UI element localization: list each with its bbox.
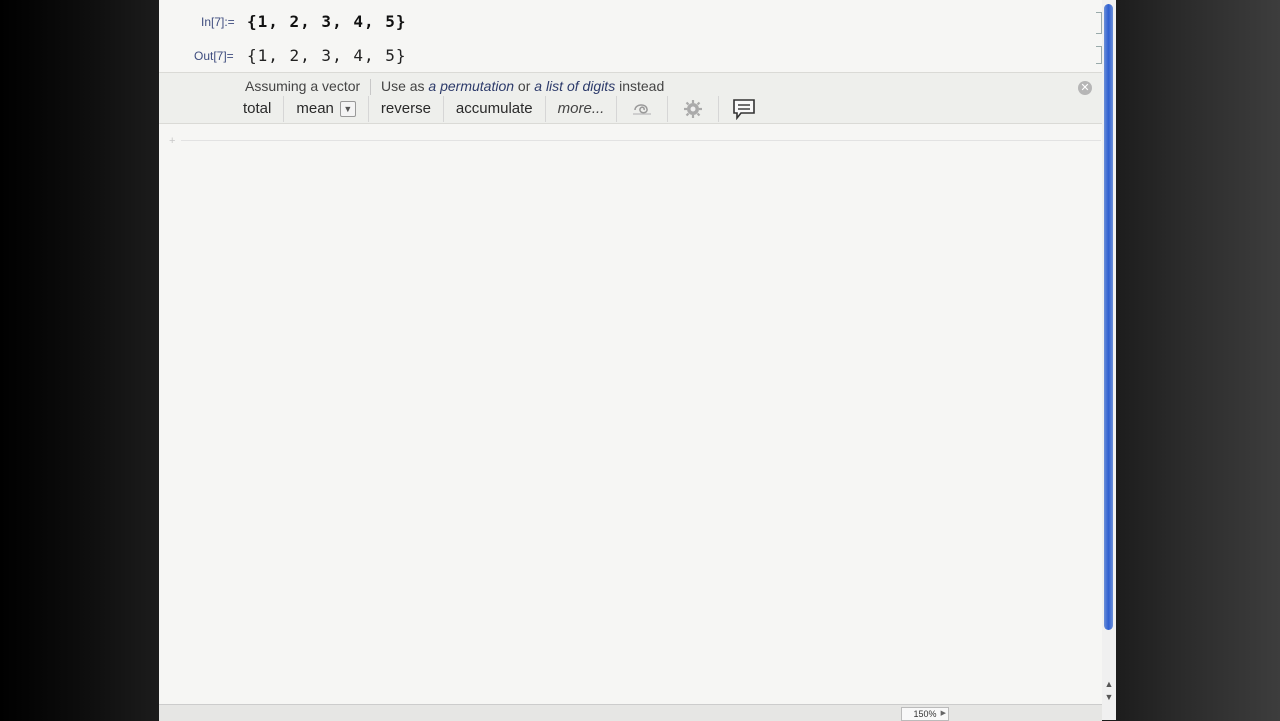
suggestion-actions: total mean ▼ reverse accumulate more... bbox=[243, 96, 769, 122]
more-button[interactable]: more... bbox=[546, 96, 618, 122]
assumption-row: Assuming a vector Use as a permutation o… bbox=[245, 78, 665, 96]
chat-icon[interactable] bbox=[719, 96, 769, 122]
use-as-text: Use as bbox=[380, 78, 425, 94]
zoom-control[interactable]: 150% ▶ bbox=[901, 707, 949, 721]
chevron-right-icon: ▶ bbox=[940, 710, 946, 717]
mean-button[interactable]: mean ▼ bbox=[284, 96, 369, 122]
assuming-text: Assuming a vector bbox=[245, 78, 361, 94]
notebook-window: In[7]:= {1, 2, 3, 4, 5} Out[7]= {1, 2, 3… bbox=[159, 0, 1116, 721]
input-cell[interactable]: {1, 2, 3, 4, 5} bbox=[247, 12, 407, 31]
close-icon[interactable]: ✕ bbox=[1078, 81, 1092, 95]
suggestions-bar: Assuming a vector Use as a permutation o… bbox=[159, 72, 1102, 124]
reverse-button[interactable]: reverse bbox=[369, 96, 444, 122]
list-of-digits-link[interactable]: a list of digits bbox=[534, 78, 615, 94]
instead-text: instead bbox=[619, 78, 665, 94]
cell-insertion-line[interactable] bbox=[181, 140, 1101, 141]
scroll-down-icon[interactable]: ▼ bbox=[1104, 691, 1114, 703]
divider bbox=[370, 79, 372, 96]
output-cell[interactable]: {1, 2, 3, 4, 5} bbox=[247, 46, 407, 65]
gear-icon[interactable] bbox=[668, 96, 720, 122]
swirl-icon[interactable] bbox=[617, 96, 669, 122]
chevron-down-icon[interactable]: ▼ bbox=[339, 101, 356, 118]
or-text: or bbox=[517, 78, 531, 94]
vertical-scrollbar[interactable]: ▲ ▼ bbox=[1102, 0, 1116, 720]
input-label: In[7]:= bbox=[201, 15, 235, 29]
accumulate-button[interactable]: accumulate bbox=[444, 96, 546, 122]
scroll-up-icon[interactable]: ▲ bbox=[1104, 678, 1114, 690]
mean-label: mean bbox=[296, 100, 334, 117]
status-bar: 150% ▶ bbox=[159, 704, 1102, 721]
zoom-level: 150% bbox=[913, 709, 937, 719]
permutation-link[interactable]: a permutation bbox=[428, 78, 514, 94]
new-cell-insertion-icon[interactable]: + bbox=[169, 134, 183, 148]
scrollbar-thumb[interactable] bbox=[1104, 4, 1113, 630]
output-label: Out[7]= bbox=[194, 49, 234, 63]
total-button[interactable]: total bbox=[243, 96, 285, 122]
